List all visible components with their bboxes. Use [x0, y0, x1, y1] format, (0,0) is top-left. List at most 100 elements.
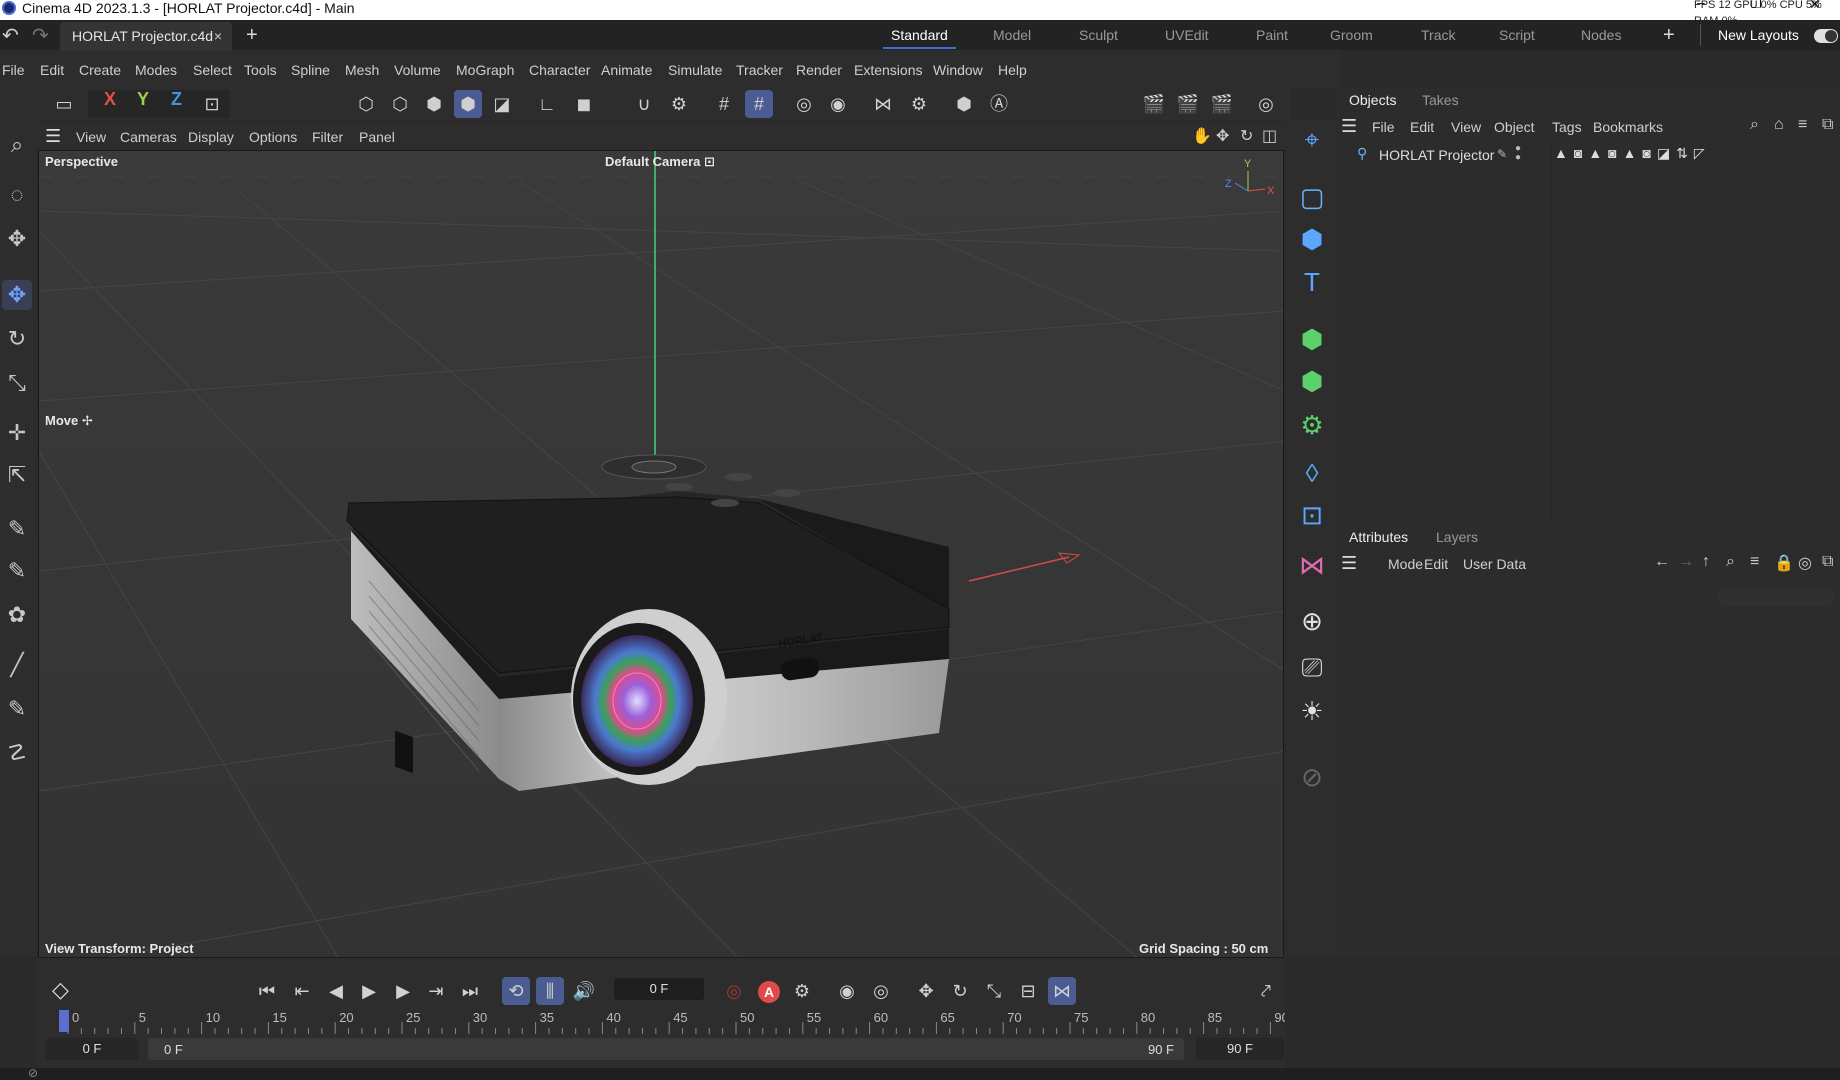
- spline-rectangle-icon[interactable]: ▢: [1295, 180, 1329, 214]
- keyframe-diamond-icon[interactable]: ◇: [52, 977, 69, 1003]
- menu-simulate[interactable]: Simulate: [668, 62, 722, 78]
- layout-sculpt[interactable]: Sculpt: [1079, 22, 1118, 48]
- auto-layout-icon[interactable]: Ⓐ: [985, 90, 1013, 118]
- spline-pen-icon[interactable]: ✎: [2, 514, 32, 544]
- x-axis-lock-button[interactable]: X: [104, 89, 116, 110]
- mograph-effector-icon[interactable]: ⋈: [1295, 548, 1329, 582]
- tab-layers[interactable]: Layers: [1436, 529, 1478, 545]
- rotate-tool-icon[interactable]: ↻: [2, 324, 32, 354]
- objects-menu-edit[interactable]: Edit: [1410, 119, 1434, 135]
- menu-animate[interactable]: Animate: [601, 62, 652, 78]
- rotate-view-icon[interactable]: ↻: [1240, 126, 1253, 146]
- sound-icon[interactable]: 🔊: [570, 977, 598, 1005]
- lock-icon[interactable]: 🔒: [1774, 553, 1794, 573]
- layout-standard[interactable]: Standard: [883, 22, 956, 49]
- viewport-menu-view[interactable]: View: [76, 129, 106, 145]
- attributes-search-field[interactable]: [1718, 588, 1834, 606]
- layout-paint[interactable]: Paint: [1256, 22, 1288, 48]
- playhead-marker[interactable]: [59, 1010, 69, 1032]
- objects-menu-tags[interactable]: Tags: [1552, 119, 1582, 135]
- sculpt-tool-icon[interactable]: ☡: [2, 738, 32, 768]
- menu-mograph[interactable]: MoGraph: [456, 62, 514, 78]
- symmetry-icon[interactable]: ⋈: [869, 90, 897, 118]
- sky-environment-icon[interactable]: ⊕: [1295, 604, 1329, 638]
- objects-menu-view[interactable]: View: [1451, 119, 1481, 135]
- snap-settings-icon[interactable]: ⚙: [665, 90, 693, 118]
- attributes-menu-edit[interactable]: Edit: [1424, 556, 1448, 572]
- objects-menu-file[interactable]: File: [1372, 119, 1395, 135]
- timeline-graph-icon[interactable]: ⤤: [1252, 977, 1280, 1005]
- menu-volume[interactable]: Volume: [394, 62, 441, 78]
- cloner-icon[interactable]: ⬢: [1295, 364, 1329, 398]
- layout-uvedit[interactable]: UVEdit: [1165, 22, 1209, 48]
- perspective-viewport[interactable]: HORLAT Y X Z Perspective Default Camera …: [38, 150, 1284, 958]
- timeline-ruler[interactable]: [56, 1008, 1286, 1034]
- placement-tool-icon[interactable]: ⇱: [2, 460, 32, 490]
- render-view-icon[interactable]: 🎬: [1140, 90, 1168, 118]
- viewport-menu-filter[interactable]: Filter: [312, 129, 343, 145]
- attributes-filter-icon[interactable]: ≡: [1750, 553, 1759, 571]
- menu-help[interactable]: Help: [998, 62, 1027, 78]
- menu-tools[interactable]: Tools: [244, 62, 277, 78]
- render-target-icon[interactable]: ◉: [824, 90, 852, 118]
- camera-object-icon[interactable]: ⎚: [1295, 650, 1329, 684]
- edges-mode-icon[interactable]: ⬡: [386, 90, 414, 118]
- menu-edit[interactable]: Edit: [40, 62, 64, 78]
- document-tab[interactable]: HORLAT Projector.c4d ×: [60, 22, 232, 50]
- record-scale-icon[interactable]: ⤡: [980, 977, 1008, 1005]
- y-axis-lock-button[interactable]: Y: [137, 89, 149, 110]
- layout-nodes[interactable]: Nodes: [1581, 22, 1621, 48]
- viewport-hamburger-icon[interactable]: ☰: [45, 126, 61, 147]
- menu-modes[interactable]: Modes: [135, 62, 177, 78]
- loop-button[interactable]: ⟲: [502, 977, 530, 1005]
- viewport-menu-panel[interactable]: Panel: [359, 129, 395, 145]
- up-arrow-icon[interactable]: ↑: [1702, 553, 1710, 571]
- layout-script[interactable]: Script: [1499, 22, 1535, 48]
- menu-file[interactable]: File: [2, 62, 25, 78]
- record-position-icon[interactable]: ✥: [912, 977, 940, 1005]
- object-layer-icon[interactable]: ✎: [1497, 147, 1507, 161]
- viewport-camera-label[interactable]: Default Camera ⊡: [605, 154, 715, 170]
- add-tab-button[interactable]: +: [246, 24, 258, 47]
- play-button[interactable]: ▶: [355, 977, 383, 1005]
- redshift-icon[interactable]: ◎: [1252, 90, 1280, 118]
- forward-arrow-icon[interactable]: →: [1678, 553, 1694, 571]
- solo-mode-icon[interactable]: ◼: [570, 90, 598, 118]
- key-mode-icon[interactable]: ◎: [867, 977, 895, 1005]
- field-object-icon[interactable]: ⊡: [1295, 498, 1329, 532]
- soft-selection-icon[interactable]: ◎: [790, 90, 818, 118]
- move-tool-icon[interactable]: ✥: [2, 280, 32, 310]
- objects-new-window-icon[interactable]: ⧉: [1822, 116, 1833, 134]
- tab-attributes[interactable]: Attributes: [1349, 529, 1408, 545]
- viewport-menu-options[interactable]: Options: [249, 129, 297, 145]
- next-key-button[interactable]: ⇥: [422, 977, 450, 1005]
- redo-icon[interactable]: ↷: [32, 23, 49, 48]
- render-settings-icon[interactable]: 🎬: [1208, 90, 1236, 118]
- menu-tracker[interactable]: Tracker: [736, 62, 783, 78]
- attributes-hamburger-icon[interactable]: ☰: [1341, 553, 1357, 574]
- snap-magnet-icon[interactable]: ∪: [630, 90, 658, 118]
- go-to-start-button[interactable]: ⏮: [253, 977, 281, 1005]
- points-mode-icon[interactable]: ⬡: [352, 90, 380, 118]
- autokey-fps-button[interactable]: ⫼: [536, 977, 564, 1005]
- object-visibility-dots[interactable]: ● ●: [1515, 144, 1521, 163]
- viewport-solo-icon[interactable]: ⬢: [950, 90, 978, 118]
- knife-tool-icon[interactable]: ✎: [2, 694, 32, 724]
- end-frame-field[interactable]: 90 F: [1196, 1038, 1284, 1060]
- menu-spline[interactable]: Spline: [291, 62, 330, 78]
- light-object-icon[interactable]: ☀: [1295, 694, 1329, 728]
- attributes-new-window-icon[interactable]: ⧉: [1822, 553, 1833, 571]
- add-layout-button[interactable]: +: [1663, 22, 1675, 48]
- record-rotation-icon[interactable]: ↻: [946, 977, 974, 1005]
- close-tab-icon[interactable]: ×: [214, 22, 222, 50]
- tab-objects[interactable]: Objects: [1349, 92, 1396, 108]
- z-axis-lock-button[interactable]: Z: [171, 89, 182, 110]
- spline-tools-icon[interactable]: ✿: [2, 600, 32, 630]
- toggle-views-icon[interactable]: ◫: [1262, 126, 1277, 146]
- back-arrow-icon[interactable]: ←: [1654, 553, 1670, 571]
- current-frame-field[interactable]: 0 F: [614, 978, 704, 1000]
- layout-groom[interactable]: Groom: [1330, 22, 1373, 48]
- attributes-menu-mode[interactable]: Mode: [1388, 556, 1423, 572]
- layout-model[interactable]: Model: [993, 22, 1031, 48]
- command-history-icon[interactable]: ▭: [50, 90, 78, 118]
